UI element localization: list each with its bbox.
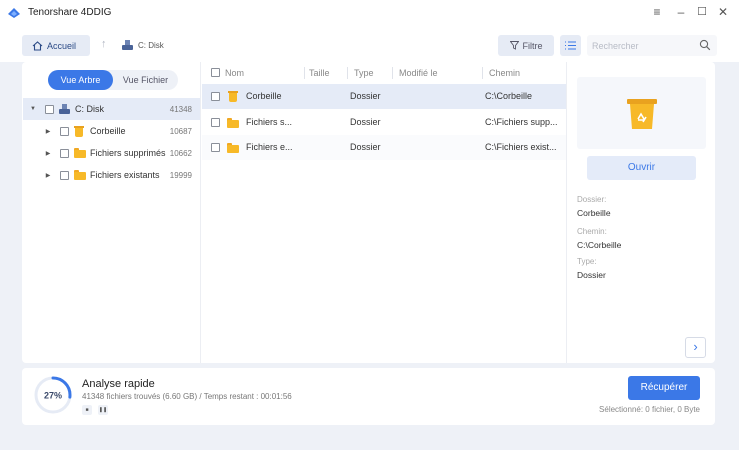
expand-icon[interactable]: ▶ bbox=[44, 128, 52, 135]
folder-icon bbox=[227, 118, 239, 128]
tree-item-label: C: Disk bbox=[75, 104, 104, 114]
folder-icon bbox=[227, 143, 239, 153]
row-checkbox[interactable] bbox=[211, 118, 220, 127]
tree-item-corbeille[interactable]: ▶ Corbeille 10687 bbox=[23, 120, 200, 142]
breadcrumb-disk: C: Disk bbox=[138, 40, 164, 50]
expand-icon[interactable]: ▶ bbox=[44, 150, 52, 157]
column-path[interactable]: Chemin bbox=[489, 68, 520, 78]
row-type: Dossier bbox=[350, 117, 381, 127]
pause-icon[interactable]: ❚❚ bbox=[98, 405, 108, 415]
table-row[interactable]: Fichiers e... Dossier C:\Fichiers exist.… bbox=[202, 135, 566, 160]
collapse-icon[interactable]: ▼ bbox=[29, 106, 37, 112]
recycle-bin-icon bbox=[74, 125, 84, 137]
expand-icon[interactable]: ▶ bbox=[44, 172, 52, 179]
home-label: Accueil bbox=[47, 40, 77, 51]
column-modified[interactable]: Modifié le bbox=[399, 68, 438, 78]
checkbox[interactable] bbox=[60, 170, 69, 180]
table-row[interactable]: Fichiers s... Dossier C:\Fichiers supp..… bbox=[202, 110, 566, 135]
row-name: Fichiers e... bbox=[246, 142, 293, 152]
column-separator bbox=[304, 66, 305, 79]
menu-icon[interactable]: ≡ bbox=[650, 5, 664, 19]
tree-item-count: 19999 bbox=[169, 170, 192, 180]
search-input[interactable] bbox=[592, 38, 692, 53]
filter-icon bbox=[509, 41, 519, 50]
tree-item-count: 10662 bbox=[169, 148, 192, 158]
type-meta-label: Type: bbox=[577, 257, 597, 266]
list-view-button[interactable] bbox=[560, 35, 581, 56]
open-button[interactable]: Ouvrir bbox=[587, 156, 696, 180]
checkbox[interactable] bbox=[45, 104, 54, 114]
tree-item-count: 10687 bbox=[169, 126, 192, 136]
recycle-bin-icon bbox=[228, 91, 238, 102]
file-view-tab[interactable]: Vue Fichier bbox=[113, 70, 178, 90]
disk-icon bbox=[122, 40, 133, 50]
tree-item-label: Corbeille bbox=[90, 126, 126, 136]
disk-icon bbox=[59, 104, 70, 114]
row-path: C:\Corbeille bbox=[485, 91, 533, 101]
preview-thumbnail bbox=[577, 77, 706, 149]
select-all-checkbox[interactable] bbox=[211, 68, 220, 77]
maximize-icon[interactable]: ☐ bbox=[695, 5, 709, 19]
scan-progress-ring: 27% bbox=[34, 376, 72, 414]
close-icon[interactable]: ✕ bbox=[716, 5, 730, 19]
row-type: Dossier bbox=[350, 91, 381, 101]
row-checkbox[interactable] bbox=[211, 92, 220, 101]
column-separator bbox=[392, 66, 393, 79]
checkbox[interactable] bbox=[60, 148, 69, 158]
row-path: C:\Fichiers supp... bbox=[485, 117, 558, 127]
tree-item-label: Fichiers existants bbox=[90, 170, 160, 180]
app-title: Tenorshare 4DDIG bbox=[28, 7, 112, 18]
selection-info: Sélectionné: 0 fichier, 0 Byte bbox=[599, 405, 700, 414]
scan-info: 41348 fichiers trouvés (6.60 GB) / Temps… bbox=[82, 392, 292, 401]
up-arrow-icon[interactable]: ↑ bbox=[101, 38, 107, 50]
folder-meta-value: Corbeille bbox=[577, 208, 611, 218]
recover-button[interactable]: Récupérer bbox=[628, 376, 700, 400]
type-meta-value: Dossier bbox=[577, 270, 606, 280]
minimize-icon[interactable]: – bbox=[674, 5, 688, 19]
column-size[interactable]: Taille bbox=[309, 68, 330, 78]
tree-item-existing[interactable]: ▶ Fichiers existants 19999 bbox=[23, 164, 200, 186]
row-name: Fichiers s... bbox=[246, 117, 293, 127]
row-path: C:\Fichiers exist... bbox=[485, 142, 557, 152]
path-meta-value: C:\Corbeille bbox=[577, 240, 622, 250]
checkbox[interactable] bbox=[60, 126, 69, 136]
app-logo-icon bbox=[8, 8, 20, 18]
row-name: Corbeille bbox=[246, 91, 282, 101]
path-meta-label: Chemin: bbox=[577, 227, 607, 236]
tree-item-count: 41348 bbox=[169, 104, 192, 114]
tree-item-label: Fichiers supprimés bbox=[90, 148, 166, 158]
filter-label: Filtre bbox=[522, 40, 543, 51]
table-row[interactable]: Corbeille Dossier C:\Corbeille bbox=[202, 84, 566, 109]
filter-button[interactable]: Filtre bbox=[498, 35, 554, 56]
search-box bbox=[587, 35, 717, 56]
column-name[interactable]: Nom bbox=[225, 68, 244, 78]
table-header: Nom Taille Type Modifié le Chemin bbox=[202, 62, 566, 83]
panel-divider bbox=[566, 62, 567, 363]
scan-percent: 27% bbox=[44, 391, 62, 401]
home-icon bbox=[32, 40, 43, 51]
home-button[interactable]: Accueil bbox=[22, 35, 90, 56]
column-type[interactable]: Type bbox=[354, 68, 374, 78]
folder-meta-label: Dossier: bbox=[577, 195, 607, 204]
row-checkbox[interactable] bbox=[211, 143, 220, 152]
chevron-right-icon[interactable]: › bbox=[685, 337, 706, 358]
tree-item-disk[interactable]: ▼ C: Disk 41348 bbox=[23, 98, 200, 120]
recycle-bin-icon bbox=[627, 99, 657, 129]
search-icon[interactable] bbox=[699, 39, 711, 51]
folder-icon bbox=[74, 170, 86, 180]
list-icon bbox=[565, 41, 576, 50]
breadcrumb[interactable]: C: Disk bbox=[122, 40, 164, 50]
tree-view-tab[interactable]: Vue Arbre bbox=[48, 70, 113, 90]
scan-title: Analyse rapide bbox=[82, 378, 155, 390]
folder-icon bbox=[74, 148, 86, 158]
stop-icon[interactable]: ■ bbox=[82, 405, 92, 415]
row-type: Dossier bbox=[350, 142, 381, 152]
tree-item-deleted[interactable]: ▶ Fichiers supprimés 10662 bbox=[23, 142, 200, 164]
column-separator bbox=[347, 66, 348, 79]
column-separator bbox=[482, 66, 483, 79]
